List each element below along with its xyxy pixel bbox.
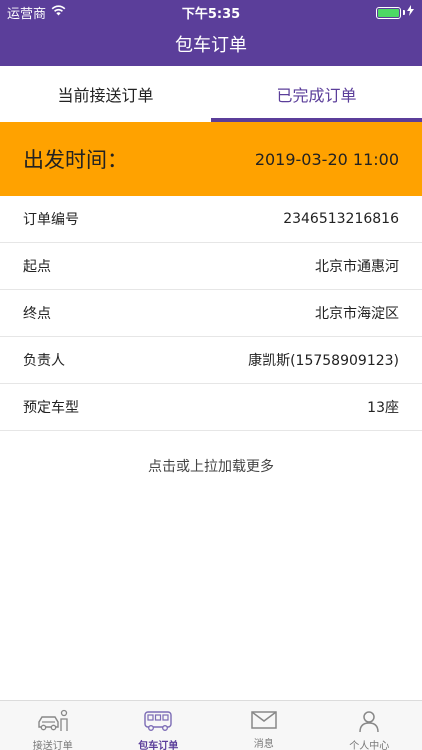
envelope-icon (250, 709, 278, 731)
page-title: 包车订单 (175, 35, 247, 56)
status-right (376, 5, 414, 20)
departure-time-label: 出发时间： (23, 148, 128, 172)
departure-time-banner: 出发时间： 2019-03-20 11:00 (0, 122, 422, 196)
bottom-tab-transfer-orders[interactable]: 接送订单 (0, 701, 106, 750)
bottom-tab-charter-orders[interactable]: 包车订单 (106, 701, 212, 750)
tab-label: 已完成订单 (276, 86, 357, 105)
battery-icon (376, 6, 401, 19)
row-label: 起点 (23, 259, 51, 275)
order-details: 订单编号 2346513216816 起点 北京市通惠河 终点 北京市海淀区 负… (0, 196, 422, 431)
battery-tip (403, 10, 405, 15)
row-label: 终点 (23, 306, 51, 322)
bottom-tab-label: 消息 (253, 739, 274, 750)
bottom-tab-messages[interactable]: 消息 (211, 701, 317, 750)
start-point-row: 起点 北京市通惠河 (0, 243, 422, 290)
status-time: 下午5:35 (181, 7, 241, 22)
row-value: 2346513216816 (283, 211, 399, 227)
nav-bar: 包车订单 (0, 22, 422, 66)
person-icon (357, 709, 381, 733)
vehicle-type-row: 预定车型 13座 (0, 384, 422, 431)
row-value: 北京市通惠河 (315, 259, 399, 275)
row-label: 预定车型 (23, 400, 79, 416)
end-point-row: 终点 北京市海淀区 (0, 290, 422, 337)
status-bar: 运营商 下午5:35 (0, 0, 422, 22)
bottom-tab-label: 包车订单 (138, 741, 179, 750)
bus-icon (142, 709, 174, 733)
charging-icon (407, 5, 414, 20)
row-value: 13座 (367, 400, 399, 416)
person-in-charge-row: 负责人 康凯斯(15758909123) (0, 337, 422, 384)
row-value: 康凯斯(15758909123) (248, 353, 399, 369)
tab-completed-orders[interactable]: 已完成订单 (211, 66, 422, 122)
departure-time-value: 2019-03-20 11:00 (254, 149, 399, 169)
row-value: 北京市海淀区 (315, 306, 399, 322)
bottom-tab-bar: 接送订单 包车订单 消息 个人中心 (0, 700, 422, 750)
bottom-tab-label: 接送订单 (32, 741, 73, 750)
order-number-row: 订单编号 2346513216816 (0, 196, 422, 243)
car-person-icon (36, 709, 70, 733)
bottom-tab-label: 个人中心 (349, 741, 390, 750)
load-more-button[interactable]: 点击或上拉加载更多 (0, 456, 422, 476)
tab-label: 当前接送订单 (57, 86, 154, 105)
bottom-tab-profile[interactable]: 个人中心 (317, 701, 422, 750)
row-label: 负责人 (23, 353, 65, 369)
order-tabs: 当前接送订单 已完成订单 (0, 66, 422, 122)
battery-level (378, 8, 399, 17)
row-label: 订单编号 (23, 212, 79, 228)
tab-current-orders[interactable]: 当前接送订单 (0, 66, 211, 122)
